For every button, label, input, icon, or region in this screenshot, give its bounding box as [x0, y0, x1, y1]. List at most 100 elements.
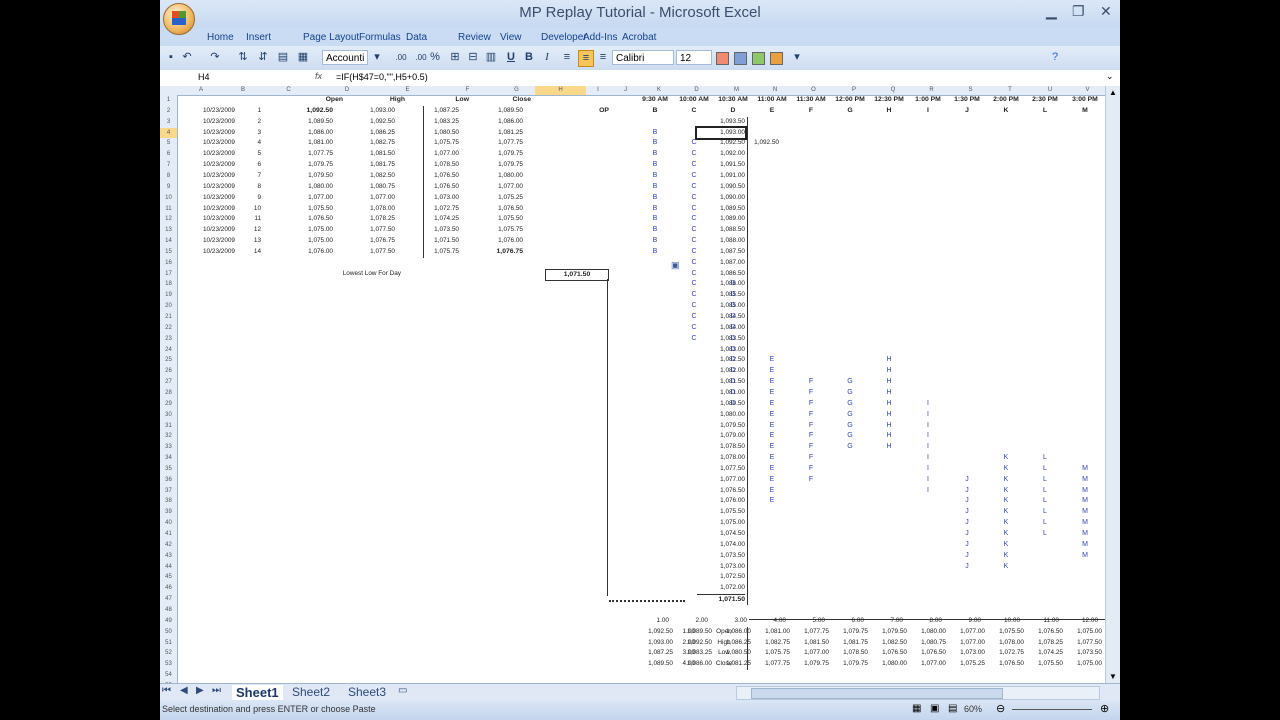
row-header-8[interactable]: 8	[160, 171, 177, 182]
tab-insert[interactable]: Insert	[246, 32, 271, 43]
redo-icon[interactable]: ↷	[208, 50, 222, 65]
row-header-26[interactable]: 26	[160, 366, 177, 377]
table-icon[interactable]: ▥	[484, 50, 498, 65]
row-header-44[interactable]: 44	[160, 562, 177, 573]
tab-review[interactable]: Review	[458, 32, 491, 43]
column-header-F[interactable]: F	[437, 86, 498, 95]
swatch-fill-green[interactable]	[752, 52, 765, 65]
number-format-select[interactable]: Accounti	[322, 50, 368, 65]
normal-view-icon[interactable]: ▦	[912, 703, 921, 714]
column-header-V[interactable]: V	[1070, 86, 1105, 95]
next-sheet-nav-icon[interactable]: ▶	[196, 685, 204, 696]
insert-function-button[interactable]: fx	[315, 71, 322, 81]
sort-descending-icon[interactable]: ⇵	[256, 50, 270, 65]
column-header-U[interactable]: U	[1030, 86, 1070, 95]
row-header-21[interactable]: 21	[160, 312, 177, 323]
column-header-H[interactable]: H	[535, 86, 586, 95]
row-header-51[interactable]: 51	[160, 638, 177, 649]
row-header-19[interactable]: 19	[160, 290, 177, 301]
zoom-level[interactable]: 60%	[964, 704, 982, 714]
italic-button[interactable]: I	[540, 50, 554, 65]
horizontal-scrollbar[interactable]	[736, 686, 1100, 700]
row-header-18[interactable]: 18	[160, 279, 177, 290]
gridlines-icon[interactable]: ⊟	[466, 50, 480, 65]
row-header-22[interactable]: 22	[160, 323, 177, 334]
overflow-chevron-icon[interactable]: ▾	[792, 50, 802, 65]
row-header-54[interactable]: 54	[160, 670, 177, 681]
percent-button[interactable]: %	[428, 50, 442, 65]
increase-decimal-button[interactable]: .00	[392, 50, 410, 65]
row-header-11[interactable]: 11	[160, 204, 177, 215]
formula-input[interactable]: =IF(H$47=0,"",H5+0.5)	[336, 71, 428, 84]
row-header-47[interactable]: 47	[160, 594, 177, 605]
column-header-M[interactable]: M	[716, 86, 757, 95]
page-break-view-icon[interactable]: ▤	[948, 703, 957, 714]
minimize-button[interactable]: ▁	[1046, 3, 1057, 20]
column-header-N[interactable]: N	[757, 86, 793, 95]
row-header-27[interactable]: 27	[160, 377, 177, 388]
name-box[interactable]: H4	[160, 71, 270, 84]
page-layout-view-icon[interactable]: ▣	[930, 703, 939, 714]
row-header-40[interactable]: 40	[160, 518, 177, 529]
row-header-33[interactable]: 33	[160, 442, 177, 453]
underline-button[interactable]: U	[504, 50, 518, 65]
row-header-52[interactable]: 52	[160, 648, 177, 659]
row-header-30[interactable]: 30	[160, 410, 177, 421]
row-header-2[interactable]: 2	[160, 106, 177, 117]
column-header-O[interactable]: O	[793, 86, 834, 95]
row-header-5[interactable]: 5	[160, 138, 177, 149]
column-header-B[interactable]: B	[225, 86, 261, 95]
row-header-25[interactable]: 25	[160, 355, 177, 366]
tab-sheet3[interactable]: Sheet3	[348, 685, 386, 699]
row-header-34[interactable]: 34	[160, 453, 177, 464]
row-header-14[interactable]: 14	[160, 236, 177, 247]
row-header-38[interactable]: 38	[160, 496, 177, 507]
tab-add-ins[interactable]: Add-Ins	[583, 32, 617, 43]
column-header-P[interactable]: P	[834, 86, 874, 95]
column-header-E[interactable]: E	[378, 86, 437, 95]
align-left-icon[interactable]: ≡	[560, 50, 574, 65]
row-header-28[interactable]: 28	[160, 388, 177, 399]
close-button[interactable]: ✕	[1100, 3, 1112, 20]
zoom-slider[interactable]	[1012, 709, 1092, 710]
merge-icon[interactable]: ▦	[296, 50, 310, 65]
tab-acrobat[interactable]: Acrobat	[622, 32, 656, 43]
row-header-13[interactable]: 13	[160, 225, 177, 236]
row-header-17[interactable]: 17	[160, 269, 177, 280]
prev-sheet-nav-icon[interactable]: ◀	[180, 685, 188, 696]
row-header-53[interactable]: 53	[160, 659, 177, 670]
column-header-J[interactable]: J	[610, 86, 641, 95]
column-header-S[interactable]: S	[951, 86, 990, 95]
row-header-41[interactable]: 41	[160, 529, 177, 540]
tab-home[interactable]: Home	[207, 32, 234, 43]
row-header-39[interactable]: 39	[160, 507, 177, 518]
first-sheet-nav-icon[interactable]: ⏮	[162, 685, 171, 696]
tab-developer[interactable]: Developer	[541, 32, 587, 43]
tab-page-layout[interactable]: Page Layout	[303, 32, 359, 43]
font-size-select[interactable]: 12	[676, 50, 712, 65]
column-header-T[interactable]: T	[990, 86, 1030, 95]
expand-formula-icon[interactable]: ⌄	[1106, 71, 1114, 82]
zoom-out-icon[interactable]: ⊖	[996, 702, 1005, 715]
sort-ascending-icon[interactable]: ⇅	[236, 50, 250, 65]
row-header-45[interactable]: 45	[160, 572, 177, 583]
align-right-icon[interactable]: ≡	[596, 50, 610, 65]
row-header-50[interactable]: 50	[160, 627, 177, 638]
column-header-C[interactable]: C	[261, 86, 316, 95]
office-button[interactable]	[163, 3, 195, 35]
row-header-31[interactable]: 31	[160, 421, 177, 432]
tab-data[interactable]: Data	[406, 32, 427, 43]
worksheet-grid[interactable]: Open High Low Close 9:30 AM 10:00 AM 10:30 AM 1…	[177, 95, 1105, 683]
bold-button[interactable]: B	[522, 50, 536, 65]
restore-button[interactable]: ❐	[1072, 3, 1085, 20]
tab-view[interactable]: View	[500, 32, 522, 43]
row-header-16[interactable]: 16	[160, 258, 177, 269]
column-header-G[interactable]: G	[498, 86, 535, 95]
column-header-D[interactable]: D	[316, 86, 378, 95]
align-center-icon[interactable]: ≡	[578, 50, 594, 67]
row-header-20[interactable]: 20	[160, 301, 177, 312]
row-header-12[interactable]: 12	[160, 214, 177, 225]
row-header-49[interactable]: 49	[160, 616, 177, 627]
column-header-R[interactable]: R	[912, 86, 951, 95]
row-header-9[interactable]: 9	[160, 182, 177, 193]
